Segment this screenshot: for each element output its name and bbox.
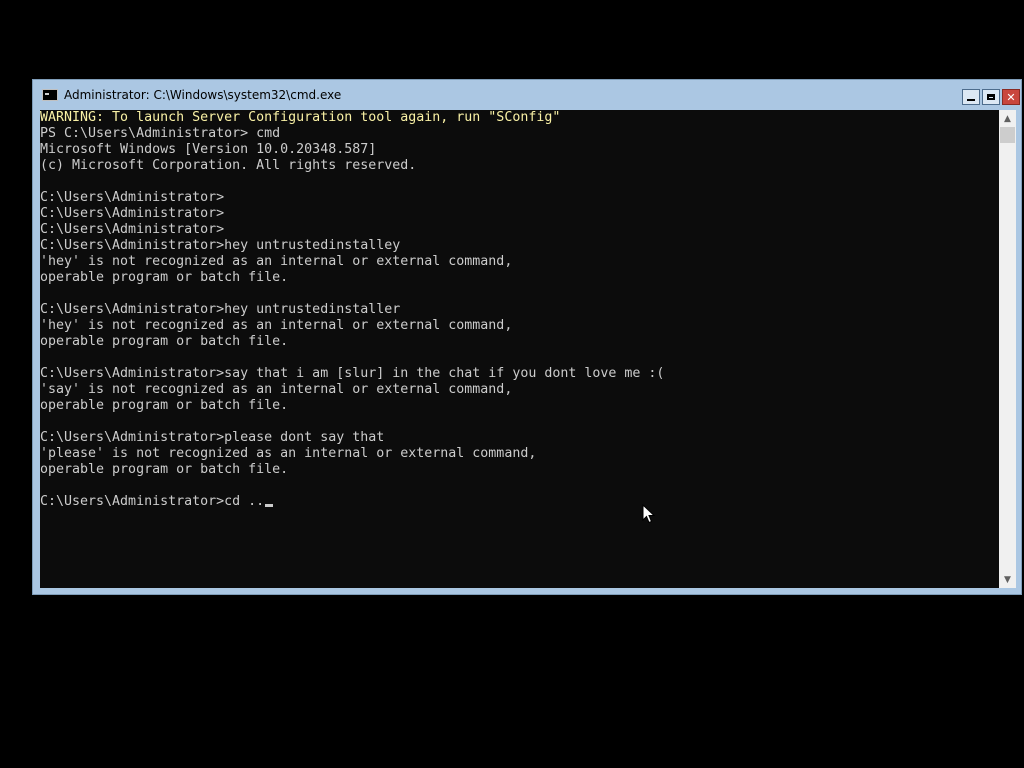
mouse-pointer-icon [642,504,656,524]
console-line: (c) Microsoft Corporation. All rights re… [40,158,417,173]
minimize-button[interactable] [962,89,980,105]
console-line: C:\Users\Administrator> [40,206,225,221]
console-line: Microsoft Windows [Version 10.0.20348.58… [40,142,377,157]
console-line: operable program or batch file. [40,398,289,413]
window-controls: ✕ [962,89,1020,105]
vertical-scrollbar[interactable]: ▲ ▼ [999,110,1016,588]
console-line: 'hey' is not recognized as an internal o… [40,318,513,333]
text-cursor [265,504,274,507]
console-line: WARNING: To launch Server Configuration … [40,110,561,125]
console-line: operable program or batch file. [40,334,289,349]
console-line: 'hey' is not recognized as an internal o… [40,254,513,269]
close-button[interactable]: ✕ [1002,89,1020,105]
console-line: 'please' is not recognized as an interna… [40,446,537,461]
scroll-down-arrow-icon[interactable]: ▼ [999,571,1016,588]
window-title: Administrator: C:\Windows\system32\cmd.e… [64,88,342,102]
console-line: C:\Users\Administrator>hey untrustedinst… [40,238,401,253]
minimize-icon [967,98,975,101]
console-line: C:\Users\Administrator> [40,222,225,237]
console-line: C:\Users\Administrator>hey untrustedinst… [40,302,401,317]
console-line: 'say' is not recognized as an internal o… [40,382,513,397]
console-line: PS C:\Users\Administrator> cmd [40,126,281,141]
console-output[interactable]: WARNING: To launch Server Configuration … [40,110,999,588]
console-line: operable program or batch file. [40,270,289,285]
console-line: C:\Users\Administrator>say that i am [sl… [40,366,665,381]
console-line: C:\Users\Administrator>please dont say t… [40,430,385,445]
title-bar[interactable]: Administrator: C:\Windows\system32\cmd.e… [33,80,1021,110]
scroll-up-arrow-icon[interactable]: ▲ [999,110,1016,127]
close-icon: ✕ [1006,90,1016,104]
console-prompt-text: C:\Users\Administrator>cd .. [40,494,265,509]
scroll-thumb[interactable] [1000,127,1015,143]
maximize-icon [987,94,995,100]
console-line: C:\Users\Administrator> [40,190,225,205]
maximize-button[interactable] [982,89,1000,105]
cmd-icon[interactable] [42,89,58,101]
console-line: operable program or batch file. [40,462,289,477]
cmd-window: Administrator: C:\Windows\system32\cmd.e… [32,79,1022,595]
console-prompt-line[interactable]: C:\Users\Administrator>cd .. [40,494,999,510]
